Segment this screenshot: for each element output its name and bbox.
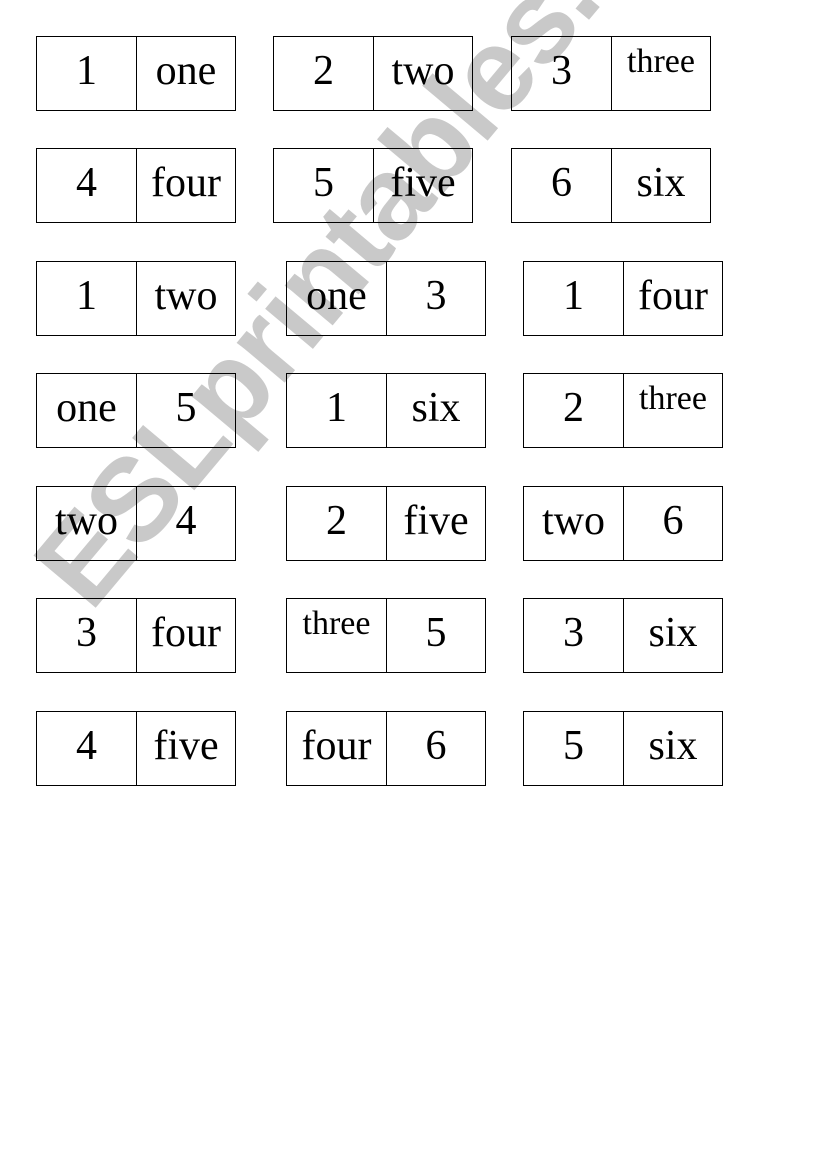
card-left-cell: 3: [551, 47, 572, 94]
card-right-cell: 6: [623, 487, 722, 560]
card-right-cell: six: [386, 374, 485, 447]
card-right-cell: three: [611, 37, 710, 110]
card-left-cell: 1: [76, 272, 97, 319]
domino-card: 6 six: [511, 148, 711, 223]
domino-card: 1 two: [36, 261, 236, 336]
card-left-cell: three: [302, 605, 371, 642]
card-left-cell: four: [301, 722, 372, 769]
domino-card: 1 one: [36, 36, 236, 111]
card-right-cell: two: [373, 37, 472, 110]
card-right-cell: one: [136, 37, 235, 110]
domino-card: four 6: [286, 711, 486, 786]
card-left-cell: one: [306, 272, 367, 319]
card-left-cell: 1: [76, 47, 97, 94]
card-left-cell: 2: [313, 47, 334, 94]
card-left-cell: two: [55, 497, 118, 544]
domino-card: 5 five: [273, 148, 473, 223]
card-left-cell: 2: [326, 497, 347, 544]
domino-card: one 3: [286, 261, 486, 336]
card-left-cell: 3: [76, 609, 97, 656]
card-left-cell: 4: [76, 159, 97, 206]
card-right-cell: 3: [386, 262, 485, 335]
domino-card: 4 five: [36, 711, 236, 786]
domino-card: three 5: [286, 598, 486, 673]
card-right-cell: five: [136, 712, 235, 785]
card-right-cell: four: [623, 262, 722, 335]
card-left-cell: 4: [76, 722, 97, 769]
card-left-cell: 5: [563, 722, 584, 769]
card-left-cell: one: [56, 384, 117, 431]
domino-card: 4 four: [36, 148, 236, 223]
card-right-cell: three: [623, 374, 722, 447]
card-right-cell: four: [136, 599, 235, 672]
domino-card: 3 six: [523, 598, 723, 673]
domino-card: 2 two: [273, 36, 473, 111]
card-right-cell: six: [611, 149, 710, 222]
domino-card: 2 five: [286, 486, 486, 561]
domino-card: two 4: [36, 486, 236, 561]
domino-card: 3 three: [511, 36, 711, 111]
card-left-cell: 3: [563, 609, 584, 656]
card-right-cell: five: [373, 149, 472, 222]
domino-card: 1 four: [523, 261, 723, 336]
card-right-cell: five: [386, 487, 485, 560]
card-right-cell: 5: [386, 599, 485, 672]
card-right-cell: six: [623, 599, 722, 672]
card-left-cell: 2: [563, 384, 584, 431]
card-right-cell: two: [136, 262, 235, 335]
domino-card: two 6: [523, 486, 723, 561]
card-right-cell: six: [623, 712, 722, 785]
card-left-cell: 1: [563, 272, 584, 319]
domino-card: 5 six: [523, 711, 723, 786]
domino-card: one 5: [36, 373, 236, 448]
card-left-cell: 6: [551, 159, 572, 206]
card-right-cell: 6: [386, 712, 485, 785]
card-right-cell: 5: [136, 374, 235, 447]
card-right-cell: four: [136, 149, 235, 222]
card-left-cell: 5: [313, 159, 334, 206]
card-left-cell: 1: [326, 384, 347, 431]
domino-card: 1 six: [286, 373, 486, 448]
domino-card: 2 three: [523, 373, 723, 448]
card-right-cell: 4: [136, 487, 235, 560]
domino-card: 3 four: [36, 598, 236, 673]
card-left-cell: two: [542, 497, 605, 544]
